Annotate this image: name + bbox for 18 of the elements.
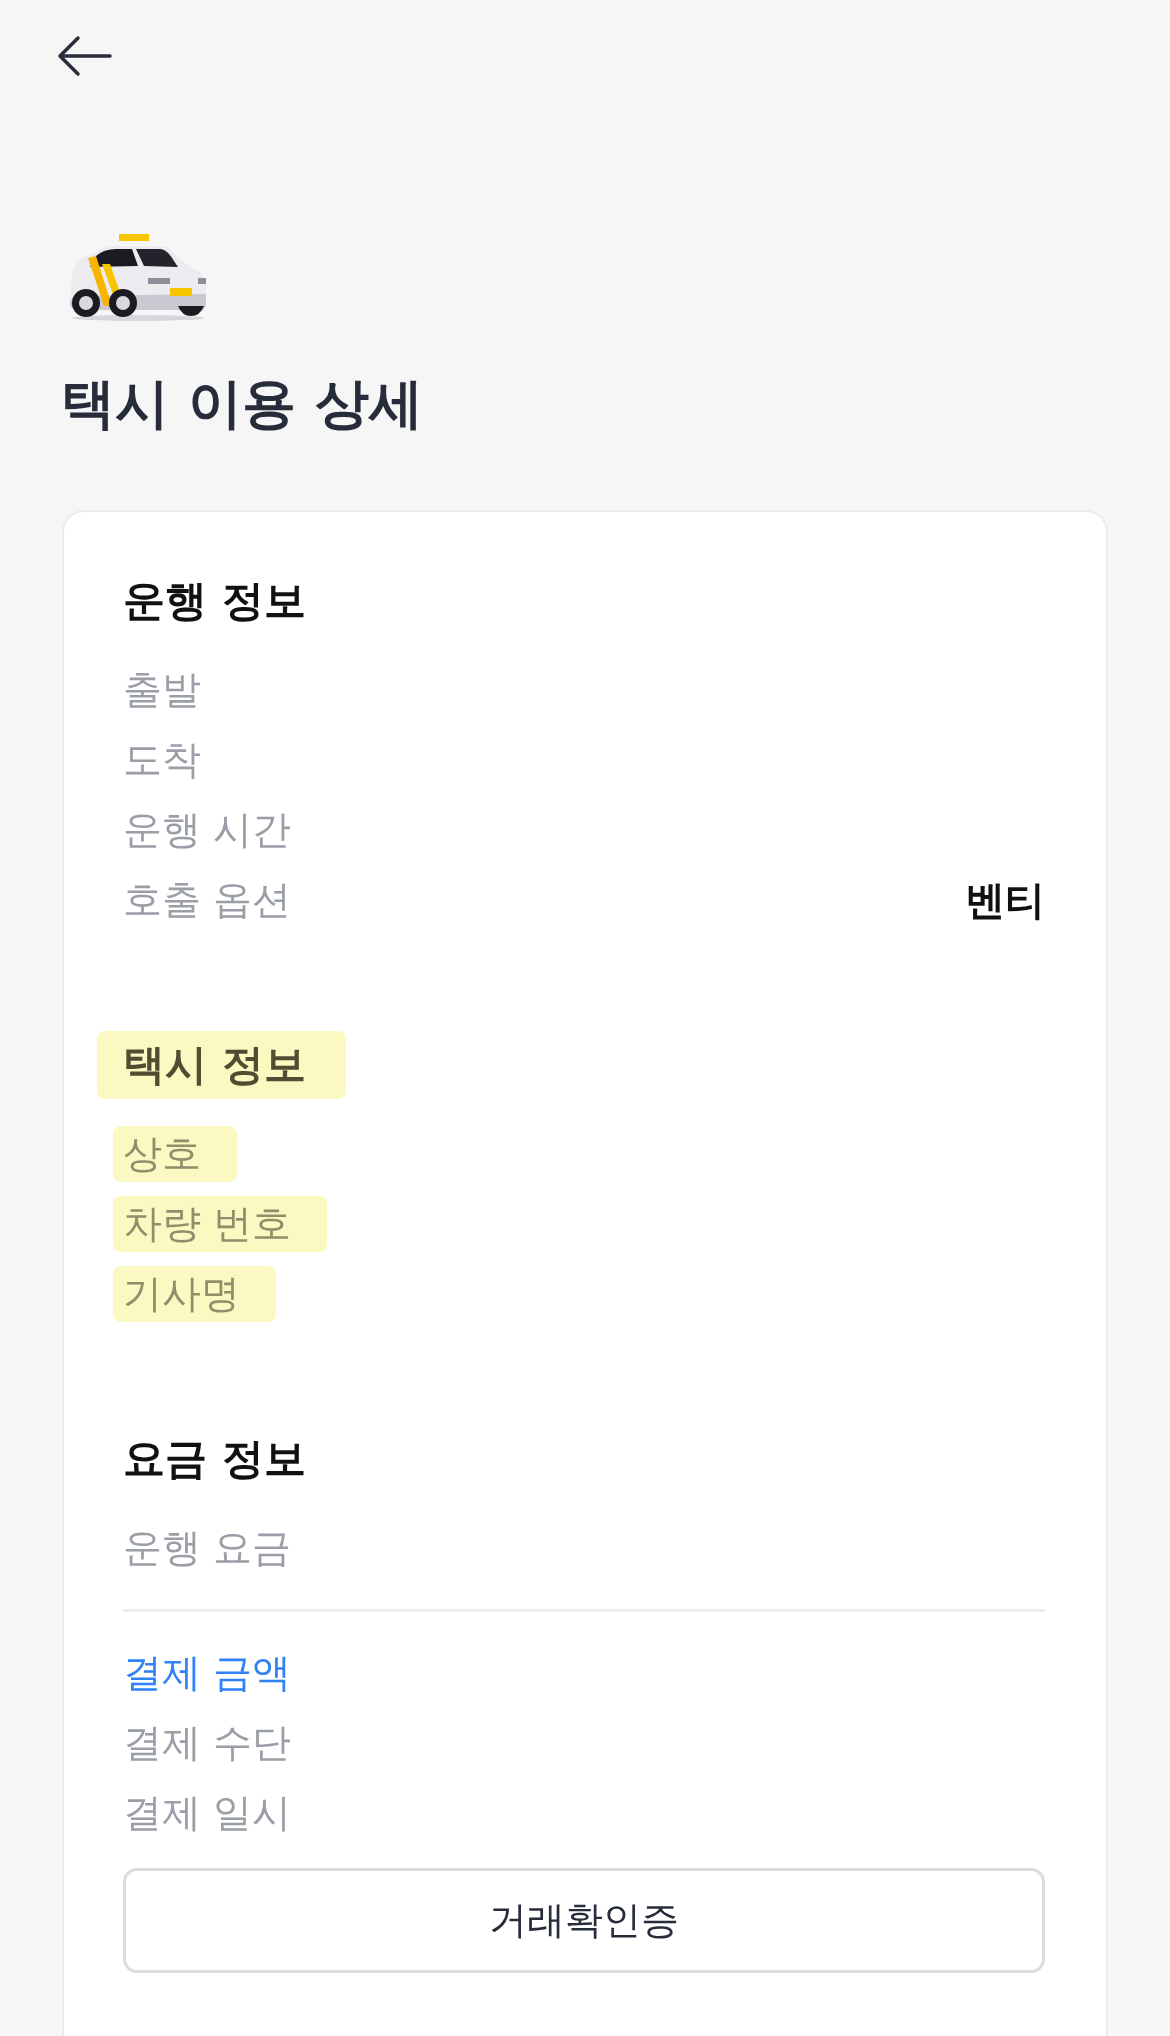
row-label: 기사명 <box>113 1266 276 1322</box>
row-label: 운행 요금 <box>123 1524 292 1572</box>
row-label: 결제 일시 <box>123 1789 292 1837</box>
row-label: 호출 옵션 <box>123 876 292 924</box>
arrow-left-icon <box>56 35 112 77</box>
section-title: 요금 정보 <box>123 1433 306 1485</box>
page-title: 택시 이용 상세 <box>61 371 423 437</box>
row-label: 운행 시간 <box>123 806 292 854</box>
row-label: 차량 번호 <box>113 1196 328 1252</box>
row-label: 출발 <box>123 666 201 714</box>
row-label: 도착 <box>123 736 201 784</box>
receipt-button[interactable]: 거래확인증 <box>123 1868 1045 1973</box>
row-value: 벤티 <box>965 876 1045 925</box>
row-label: 결제 금액 <box>123 1649 292 1697</box>
section-title: 운행 정보 <box>123 575 306 627</box>
row-label: 상호 <box>113 1126 237 1182</box>
row-label: 결제 수단 <box>123 1719 292 1767</box>
section-title: 택시 정보 <box>97 1031 346 1099</box>
